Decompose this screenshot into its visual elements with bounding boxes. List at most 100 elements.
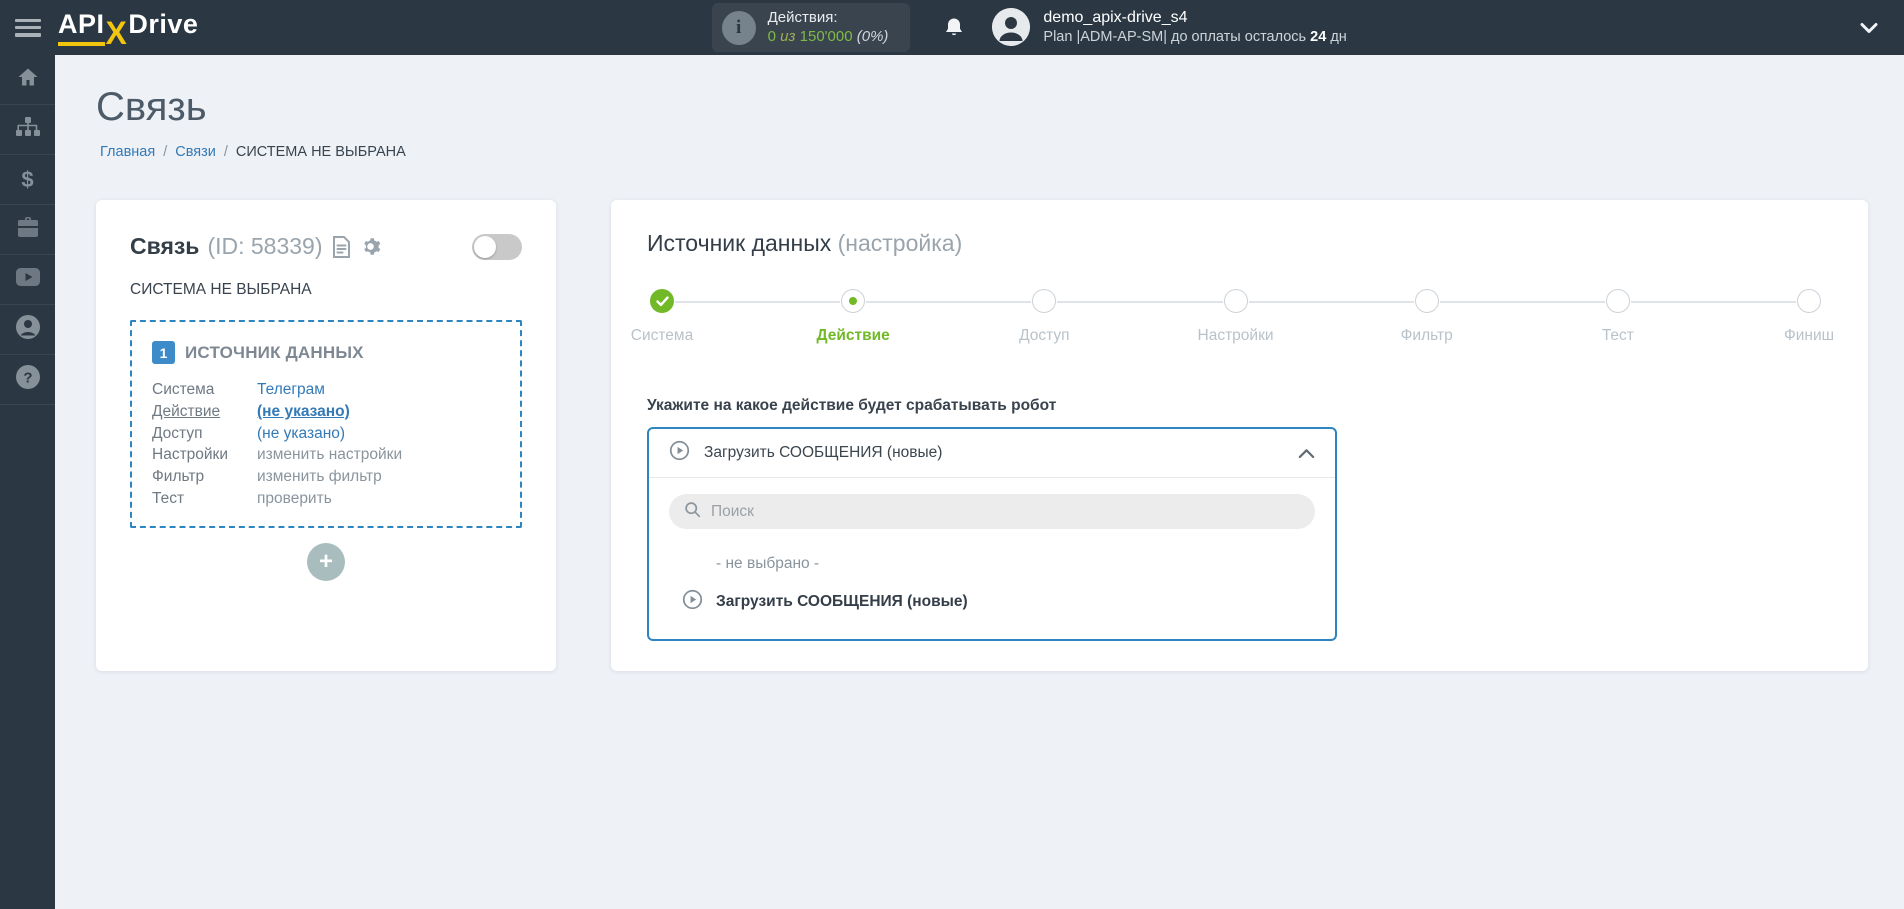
step-label: Финиш bbox=[1783, 327, 1835, 344]
sidebar-item-home[interactable] bbox=[0, 55, 55, 105]
row-value[interactable]: изменить фильтр bbox=[257, 466, 382, 488]
gear-icon[interactable] bbox=[360, 236, 381, 257]
step-circle bbox=[1032, 289, 1057, 313]
play-circle-icon bbox=[669, 440, 690, 466]
breadcrumb: Главная / Связи / СИСТЕМА НЕ ВЫБРАНА bbox=[100, 144, 1868, 160]
dropdown-search[interactable] bbox=[669, 494, 1315, 529]
sitemap-icon bbox=[15, 115, 41, 144]
step-finish[interactable]: Финиш bbox=[1784, 289, 1834, 344]
add-step-button[interactable]: + bbox=[307, 542, 345, 581]
step-label: Тест bbox=[1601, 327, 1634, 344]
actions-label: Действия: bbox=[767, 8, 838, 26]
step-system[interactable]: Система bbox=[631, 289, 693, 344]
row-value-link[interactable]: (не указано) bbox=[257, 401, 350, 423]
breadcrumb-separator: / bbox=[163, 144, 168, 160]
sidebar-item-billing[interactable]: $ bbox=[0, 155, 55, 205]
connection-enabled-toggle[interactable] bbox=[472, 233, 522, 260]
row-test: Тест проверить bbox=[152, 488, 500, 510]
option-load-messages[interactable]: Загрузить СООБЩЕНИЯ (новые) bbox=[682, 589, 1315, 615]
stepper-connector bbox=[1057, 301, 1223, 303]
action-select-head[interactable]: Загрузить СООБЩЕНИЯ (новые) bbox=[649, 429, 1335, 478]
row-label: Действие bbox=[152, 402, 221, 420]
actions-counter-text: Действия: 0 из 150'000 (0%) bbox=[768, 9, 889, 47]
user-info: demo_apix-drive_s4 Plan |ADM-AP-SM| до о… bbox=[1043, 8, 1346, 48]
user-plan-prefix: Plan |ADM-AP-SM| до оплаты осталось bbox=[1043, 29, 1307, 46]
row-label: Система bbox=[152, 381, 215, 398]
setup-title-suffix: (настройка) bbox=[837, 230, 963, 256]
option-none[interactable]: - не выбрано - bbox=[716, 555, 1315, 573]
setup-title-main: Источник данных bbox=[647, 230, 832, 256]
sidebar-item-services[interactable] bbox=[0, 205, 55, 255]
breadcrumb-current: СИСТЕМА НЕ ВЫБРАНА bbox=[235, 144, 406, 160]
stepper-connector bbox=[1439, 301, 1605, 303]
briefcase-icon bbox=[16, 216, 40, 243]
row-label: Фильтр bbox=[152, 468, 205, 486]
avatar bbox=[992, 8, 1031, 47]
step-circle-active bbox=[841, 289, 866, 313]
step-filter[interactable]: Фильтр bbox=[1401, 289, 1453, 344]
action-select: Загрузить СООБЩЕНИЯ (новые) - не выбр bbox=[647, 427, 1337, 641]
data-source-box[interactable]: 1 ИСТОЧНИК ДАННЫХ Система Телеграм Дейст… bbox=[130, 320, 522, 528]
row-value-link[interactable]: Телеграм bbox=[257, 379, 325, 401]
sidebar-item-video[interactable] bbox=[0, 255, 55, 305]
chevron-down-icon[interactable] bbox=[1860, 22, 1878, 34]
data-source-heading: ИСТОЧНИК ДАННЫХ bbox=[185, 342, 364, 362]
user-plan: Plan |ADM-AP-SM| до оплаты осталось 24 д… bbox=[1043, 28, 1346, 47]
row-label: Тест bbox=[152, 489, 185, 507]
row-value[interactable]: изменить настройки bbox=[257, 444, 402, 466]
step-circle bbox=[1797, 289, 1822, 313]
youtube-icon bbox=[15, 267, 41, 292]
notifications-bell-icon[interactable] bbox=[942, 16, 966, 40]
logo-part-x: X bbox=[105, 15, 128, 51]
actions-total: 150'000 bbox=[799, 27, 853, 45]
setup-stepper: Система Действие Доступ Настройки Фильтр… bbox=[631, 289, 1834, 357]
actions-counter[interactable]: i Действия: 0 из 150'000 (0%) bbox=[711, 3, 911, 52]
row-value[interactable]: проверить bbox=[257, 488, 332, 510]
source-setup-card: Источник данных (настройка) Система Дейс… bbox=[611, 200, 1868, 671]
actions-used: 0 bbox=[767, 27, 776, 45]
option-label: Загрузить СООБЩЕНИЯ (новые) bbox=[716, 593, 968, 610]
info-icon: i bbox=[721, 10, 756, 45]
row-settings: Настройки изменить настройки bbox=[152, 444, 500, 466]
apixdrive-logo[interactable]: API X Drive bbox=[58, 9, 199, 51]
step-circle bbox=[1414, 289, 1439, 313]
stepper-connector bbox=[866, 301, 1032, 303]
step-label: Система bbox=[630, 327, 694, 344]
dollar-icon: $ bbox=[21, 166, 34, 192]
actions-percent: (0%) bbox=[856, 27, 889, 45]
logo-part-api: API bbox=[58, 9, 105, 46]
sidebar-item-help[interactable]: ? bbox=[0, 355, 55, 405]
user-name: demo_apix-drive_s4 bbox=[1043, 8, 1188, 26]
user-icon bbox=[15, 314, 41, 345]
sidebar: $ ? bbox=[0, 55, 55, 909]
step-circle bbox=[1223, 289, 1248, 313]
user-plan-days-suffix: дн bbox=[1330, 29, 1347, 46]
actions-of: из bbox=[780, 27, 796, 45]
document-icon[interactable] bbox=[332, 235, 351, 258]
step-settings[interactable]: Настройки bbox=[1198, 289, 1274, 344]
step-label: Настройки bbox=[1197, 327, 1274, 344]
setup-title: Источник данных (настройка) bbox=[647, 230, 1832, 257]
breadcrumb-links[interactable]: Связи bbox=[175, 144, 216, 160]
step-label: Доступ bbox=[1019, 327, 1070, 344]
row-action: Действие (не указано) bbox=[152, 401, 500, 423]
breadcrumb-home[interactable]: Главная bbox=[100, 144, 155, 160]
step-action[interactable]: Действие bbox=[817, 289, 890, 344]
logo-part-drive: Drive bbox=[128, 9, 199, 39]
row-value-link[interactable]: (не указано) bbox=[257, 423, 345, 445]
play-circle-icon bbox=[682, 589, 703, 615]
stepper-connector bbox=[675, 301, 841, 303]
step-access[interactable]: Доступ bbox=[1019, 289, 1070, 344]
search-input[interactable] bbox=[711, 502, 1300, 521]
step-test[interactable]: Тест bbox=[1602, 289, 1634, 344]
action-select-label: Укажите на какое действие будет срабатыв… bbox=[647, 397, 1057, 414]
row-access: Доступ (не указано) bbox=[152, 423, 500, 445]
user-menu[interactable]: demo_apix-drive_s4 Plan |ADM-AP-SM| до о… bbox=[992, 8, 1347, 48]
sidebar-item-connections[interactable] bbox=[0, 105, 55, 155]
row-system: Система Телеграм bbox=[152, 379, 500, 401]
step-circle-check-icon bbox=[650, 289, 674, 313]
hamburger-menu-icon[interactable] bbox=[15, 18, 41, 37]
toggle-knob bbox=[474, 235, 496, 258]
page-title: Связь bbox=[96, 85, 207, 129]
sidebar-item-account[interactable] bbox=[0, 305, 55, 355]
